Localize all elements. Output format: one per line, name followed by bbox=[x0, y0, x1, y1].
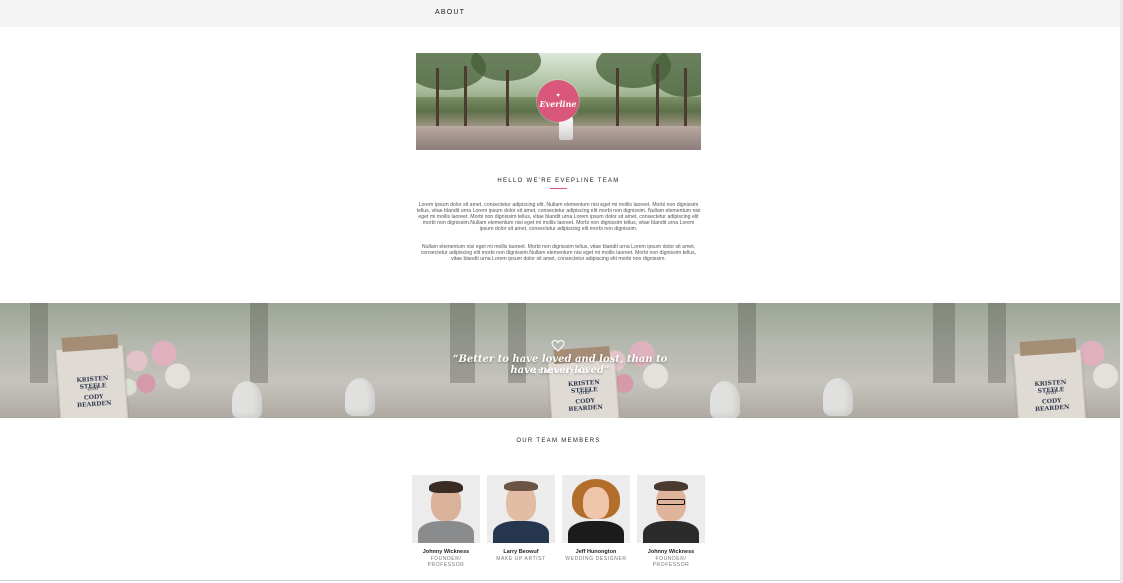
intro-title: HELLO WE'RE EVEPLINE TEAM bbox=[497, 178, 620, 184]
team-title: OUR TEAM MEMBERS bbox=[516, 438, 601, 444]
team-member[interactable]: Larry Beowuf MAKE UP ARTIST bbox=[487, 475, 555, 563]
member-name: Larry Beowuf bbox=[503, 549, 539, 555]
team-member[interactable]: Johnny Wickness FOUNDER/ PROFESSOR bbox=[412, 475, 480, 568]
member-photo[interactable] bbox=[487, 475, 555, 543]
nav-link-about[interactable]: ABOUT bbox=[435, 9, 465, 16]
brand-logo[interactable]: ♥ Everline bbox=[537, 80, 579, 122]
member-photo[interactable] bbox=[562, 475, 630, 543]
team-member[interactable]: Jeff Hunongton WEDDING DESIGNER bbox=[562, 475, 630, 563]
member-name: Johnny Wickness bbox=[647, 549, 695, 555]
quote-author: – ST.AUGUSTINE – bbox=[525, 369, 595, 375]
intro-paragraph-1: Lorem ipsum dolor sit amet, consectetur … bbox=[416, 202, 701, 232]
logo-text: Everline bbox=[539, 99, 577, 109]
page-divider bbox=[0, 580, 1120, 581]
member-role: FOUNDER/ PROFESSOR bbox=[652, 556, 690, 568]
team-member[interactable]: Johnny Wickness FOUNDER/ PROFESSOR bbox=[637, 475, 705, 568]
member-name: Jeff Hunongton bbox=[575, 549, 617, 555]
member-name: Johnny Wickness bbox=[422, 549, 470, 555]
title-divider bbox=[550, 188, 567, 189]
heart-icon bbox=[551, 340, 565, 352]
top-nav-bar: ABOUT bbox=[0, 0, 1120, 27]
member-role: MAKE UP ARTIST bbox=[496, 556, 546, 562]
member-role: FOUNDER/ PROFESSOR bbox=[427, 556, 465, 568]
member-photo[interactable] bbox=[637, 475, 705, 543]
hero-image: ♥ Everline bbox=[416, 53, 701, 150]
intro-paragraph-2: Nullam elementum nisi eget mi mollis lao… bbox=[420, 244, 697, 262]
member-role: WEDDING DESIGNER bbox=[565, 556, 627, 562]
member-photo[interactable] bbox=[412, 475, 480, 543]
